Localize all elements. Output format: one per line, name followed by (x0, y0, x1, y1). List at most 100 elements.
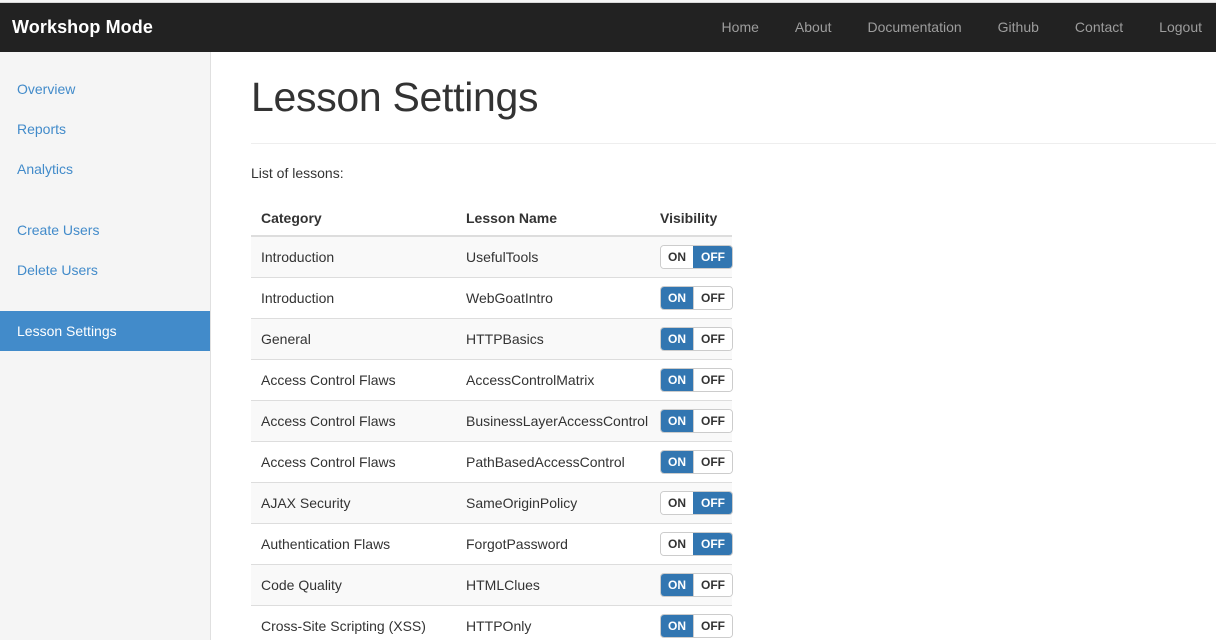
cell-category: AJAX Security (251, 483, 456, 524)
cell-lesson-name: PathBasedAccessControl (456, 442, 656, 483)
visibility-toggle[interactable]: ONOFF (660, 450, 733, 474)
navbar-links: Home About Documentation Github Contact … (704, 3, 1216, 52)
cell-lesson-name: HTTPOnly (456, 606, 656, 640)
nav-link-logout[interactable]: Logout (1141, 3, 1216, 52)
table-row: GeneralHTTPBasicsONOFF (251, 319, 732, 360)
cell-visibility: ONOFF (656, 442, 732, 483)
visibility-toggle[interactable]: ONOFF (660, 327, 733, 351)
table-row: IntroductionUsefulToolsONOFF (251, 236, 732, 278)
cell-lesson-name: ForgotPassword (456, 524, 656, 565)
cell-category: Introduction (251, 278, 456, 319)
nav-link-about[interactable]: About (777, 3, 850, 52)
cell-visibility: ONOFF (656, 606, 732, 640)
table-row: IntroductionWebGoatIntroONOFF (251, 278, 732, 319)
page-layout: Overview Reports Analytics Create Users … (0, 52, 1216, 640)
cell-category: Access Control Flaws (251, 401, 456, 442)
sidebar: Overview Reports Analytics Create Users … (0, 52, 211, 640)
main-content: Lesson Settings List of lessons: Categor… (211, 52, 1216, 640)
sidebar-item-overview[interactable]: Overview (0, 69, 210, 109)
cell-visibility: ONOFF (656, 360, 732, 401)
toggle-option-off[interactable]: OFF (693, 492, 732, 514)
nav-link-home[interactable]: Home (704, 3, 777, 52)
column-header-category: Category (251, 202, 456, 236)
visibility-toggle[interactable]: ONOFF (660, 245, 733, 269)
visibility-toggle[interactable]: ONOFF (660, 491, 733, 515)
visibility-toggle[interactable]: ONOFF (660, 614, 733, 638)
toggle-option-on[interactable]: ON (661, 369, 693, 391)
sidebar-divider-1 (0, 189, 210, 210)
sidebar-item-create-users[interactable]: Create Users (0, 210, 210, 250)
cell-visibility: ONOFF (656, 278, 732, 319)
table-row: Access Control FlawsAccessControlMatrixO… (251, 360, 732, 401)
toggle-option-on[interactable]: ON (661, 533, 693, 555)
toggle-option-on[interactable]: ON (661, 492, 693, 514)
cell-visibility: ONOFF (656, 401, 732, 442)
top-navbar: Workshop Mode Home About Documentation G… (0, 3, 1216, 52)
cell-category: Introduction (251, 236, 456, 278)
visibility-toggle[interactable]: ONOFF (660, 573, 733, 597)
cell-visibility: ONOFF (656, 236, 732, 278)
cell-lesson-name: HTMLClues (456, 565, 656, 606)
sidebar-item-delete-users[interactable]: Delete Users (0, 250, 210, 290)
toggle-option-on[interactable]: ON (661, 615, 693, 637)
cell-category: Access Control Flaws (251, 442, 456, 483)
cell-category: General (251, 319, 456, 360)
toggle-option-off[interactable]: OFF (693, 410, 732, 432)
sidebar-item-reports[interactable]: Reports (0, 109, 210, 149)
toggle-option-off[interactable]: OFF (693, 615, 732, 637)
table-row: Authentication FlawsForgotPasswordONOFF (251, 524, 732, 565)
toggle-option-off[interactable]: OFF (693, 533, 732, 555)
nav-link-contact[interactable]: Contact (1057, 3, 1141, 52)
toggle-option-on[interactable]: ON (661, 574, 693, 596)
column-header-lesson-name: Lesson Name (456, 202, 656, 236)
sidebar-divider-2 (0, 290, 210, 311)
page-title: Lesson Settings (251, 72, 1216, 124)
visibility-toggle[interactable]: ONOFF (660, 532, 733, 556)
navbar-brand[interactable]: Workshop Mode (12, 17, 153, 38)
cell-category: Authentication Flaws (251, 524, 456, 565)
toggle-option-off[interactable]: OFF (693, 287, 732, 309)
cell-visibility: ONOFF (656, 524, 732, 565)
cell-visibility: ONOFF (656, 565, 732, 606)
toggle-option-off[interactable]: OFF (693, 574, 732, 596)
toggle-option-off[interactable]: OFF (693, 369, 732, 391)
cell-category: Code Quality (251, 565, 456, 606)
nav-link-documentation[interactable]: Documentation (850, 3, 980, 52)
table-row: Cross-Site Scripting (XSS)HTTPOnlyONOFF (251, 606, 732, 640)
visibility-toggle[interactable]: ONOFF (660, 368, 733, 392)
toggle-option-off[interactable]: OFF (693, 328, 732, 350)
cell-category: Cross-Site Scripting (XSS) (251, 606, 456, 640)
visibility-toggle[interactable]: ONOFF (660, 286, 733, 310)
cell-lesson-name: WebGoatIntro (456, 278, 656, 319)
title-divider (251, 143, 1216, 144)
cell-visibility: ONOFF (656, 483, 732, 524)
cell-lesson-name: SameOriginPolicy (456, 483, 656, 524)
lessons-table-head: Category Lesson Name Visibility (251, 202, 732, 236)
lessons-table: Category Lesson Name Visibility Introduc… (251, 202, 732, 640)
cell-lesson-name: AccessControlMatrix (456, 360, 656, 401)
toggle-option-off[interactable]: OFF (693, 451, 732, 473)
column-header-visibility: Visibility (656, 202, 732, 236)
list-of-lessons-label: List of lessons: (251, 163, 1216, 183)
toggle-option-on[interactable]: ON (661, 410, 693, 432)
toggle-option-on[interactable]: ON (661, 328, 693, 350)
table-row: Code QualityHTMLCluesONOFF (251, 565, 732, 606)
table-row: Access Control FlawsBusinessLayerAccessC… (251, 401, 732, 442)
cell-lesson-name: BusinessLayerAccessControl (456, 401, 656, 442)
cell-lesson-name: UsefulTools (456, 236, 656, 278)
toggle-option-on[interactable]: ON (661, 451, 693, 473)
table-header-row: Category Lesson Name Visibility (251, 202, 732, 236)
cell-category: Access Control Flaws (251, 360, 456, 401)
lessons-table-body: IntroductionUsefulToolsONOFFIntroduction… (251, 236, 732, 640)
visibility-toggle[interactable]: ONOFF (660, 409, 733, 433)
nav-link-github[interactable]: Github (980, 3, 1057, 52)
cell-visibility: ONOFF (656, 319, 732, 360)
toggle-option-off[interactable]: OFF (693, 246, 732, 268)
sidebar-item-analytics[interactable]: Analytics (0, 149, 210, 189)
table-row: Access Control FlawsPathBasedAccessContr… (251, 442, 732, 483)
toggle-option-on[interactable]: ON (661, 287, 693, 309)
table-row: AJAX SecuritySameOriginPolicyONOFF (251, 483, 732, 524)
toggle-option-on[interactable]: ON (661, 246, 693, 268)
sidebar-item-lesson-settings[interactable]: Lesson Settings (0, 311, 210, 351)
cell-lesson-name: HTTPBasics (456, 319, 656, 360)
